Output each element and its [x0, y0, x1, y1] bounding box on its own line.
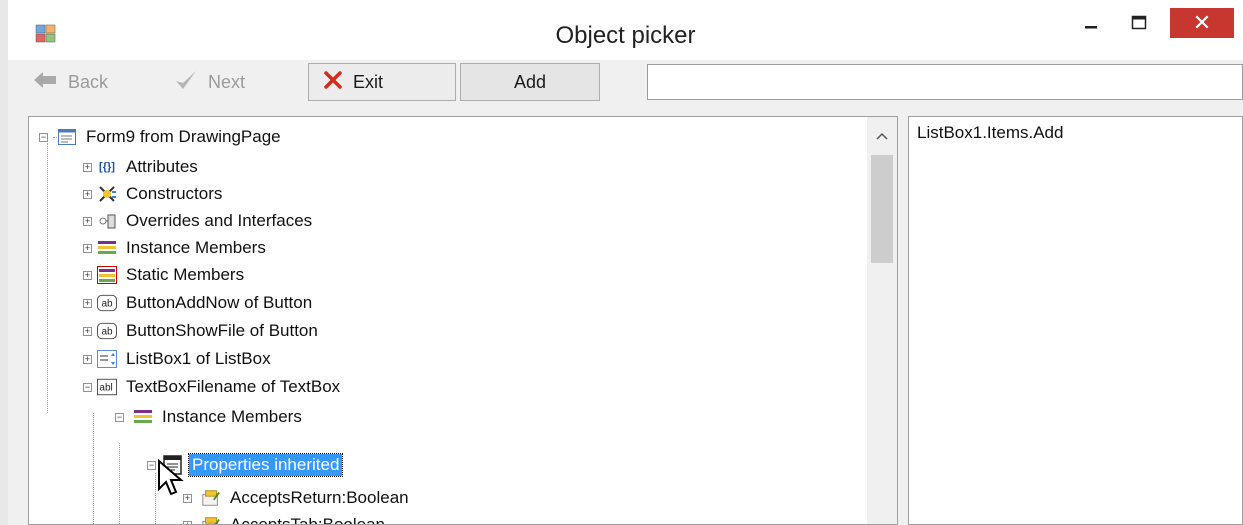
svg-text:ab: ab	[101, 299, 113, 310]
tree-node-buttonshowfile[interactable]: + ab ButtonShowFile of Button	[83, 318, 321, 344]
expand-toggle[interactable]: +	[83, 299, 92, 308]
add-label: Add	[513, 71, 547, 92]
tree-node-label: ButtonShowFile of Button	[126, 321, 318, 340]
expression-panel[interactable]: ListBox1.Items.Add	[908, 116, 1243, 525]
collapse-toggle[interactable]: −	[147, 461, 156, 470]
constructors-icon	[97, 185, 117, 203]
listbox-control-icon	[97, 350, 117, 368]
expand-toggle[interactable]: +	[183, 521, 192, 524]
attributes-icon: [{}]	[99, 161, 115, 173]
tree-node-label: Form9 from DrawingPage	[86, 127, 281, 146]
tree-node-acceptsreturn[interactable]: + AcceptsReturn:Boolean	[183, 485, 412, 511]
object-tree[interactable]: − Form9 from DrawingPage + [{}] Attribut…	[28, 116, 898, 525]
scroll-thumb[interactable]	[871, 155, 893, 263]
tree-line	[155, 473, 156, 524]
title-bar[interactable]: Object picker ✕	[8, 0, 1243, 60]
tree-node-label: ListBox1 of ListBox	[126, 349, 271, 368]
property-icon	[201, 516, 221, 524]
tree-node-label: AcceptsReturn:Boolean	[230, 488, 409, 507]
expression-text: ListBox1.Items.Add	[917, 123, 1064, 142]
tree-line	[93, 413, 94, 524]
expand-toggle[interactable]: +	[83, 244, 92, 253]
expand-toggle[interactable]: +	[83, 163, 92, 172]
close-icon: ✕	[1192, 10, 1212, 35]
window-title: Object picker	[555, 22, 696, 49]
textbox-control-icon: abl	[97, 378, 117, 396]
object-picker-window: Object picker ✕ Back Next Exit Add − For…	[0, 0, 1243, 525]
tree-node-root[interactable]: − Form9 from DrawingPage	[39, 124, 284, 150]
button-control-icon: ab	[97, 294, 117, 312]
collapse-toggle[interactable]: −	[115, 413, 124, 422]
tree-node-instance-members-textbox[interactable]: − Instance Members	[115, 404, 305, 430]
exit-label: Exit	[353, 71, 384, 92]
collapse-toggle[interactable]: −	[83, 383, 92, 392]
collapse-toggle[interactable]: −	[39, 133, 48, 142]
expand-toggle[interactable]: +	[83, 355, 92, 364]
tree-node-label: Instance Members	[126, 238, 266, 257]
tree-node-constructors[interactable]: + Constructors	[83, 181, 225, 207]
minimize-icon	[1085, 26, 1097, 29]
command-input[interactable]	[647, 64, 1243, 100]
next-label: Next	[208, 71, 246, 92]
tree-node-label: ButtonAddNow of Button	[126, 293, 313, 312]
instance-members-icon	[133, 408, 153, 426]
tree-node-label: Static Members	[126, 265, 245, 284]
maximize-button[interactable]	[1122, 8, 1156, 38]
back-label: Back	[68, 71, 109, 92]
expand-toggle[interactable]: +	[83, 327, 92, 336]
static-members-icon	[97, 266, 117, 284]
expand-toggle[interactable]: +	[83, 190, 92, 199]
tree-node-attributes[interactable]: + [{}] Attributes	[83, 154, 201, 180]
tree-line	[47, 143, 48, 413]
expand-toggle[interactable]: +	[83, 271, 92, 280]
svg-text:ab: ab	[101, 327, 113, 338]
instance-members-icon	[97, 239, 117, 257]
tree-node-static-members[interactable]: + Static Members	[83, 262, 247, 288]
maximize-icon	[1131, 15, 1147, 30]
tree-node-acceptstab[interactable]: + AcceptsTab:Boolean	[183, 512, 388, 525]
add-button[interactable]: Add	[460, 63, 600, 101]
toolbar: Back Next Exit Add	[8, 60, 1243, 110]
tree-node-label: Instance Members	[162, 407, 302, 426]
back-arrow-icon	[34, 71, 58, 94]
tree-node-label: TextBoxFilename of TextBox	[126, 377, 341, 396]
svg-text:abl: abl	[99, 383, 112, 394]
scroll-up-icon[interactable]	[867, 127, 897, 147]
property-icon	[201, 489, 221, 507]
mouse-cursor-icon	[158, 459, 184, 496]
back-button[interactable]: Back	[34, 63, 154, 101]
tree-node-label: AcceptsTab:Boolean	[230, 515, 385, 525]
interfaces-icon	[97, 212, 117, 230]
next-button[interactable]: Next	[174, 63, 284, 101]
background-window-edge	[0, 0, 8, 525]
tree-node-buttonaddnow[interactable]: + ab ButtonAddNow of Button	[83, 290, 315, 316]
checkmark-icon	[174, 69, 198, 96]
tree-node-listbox1[interactable]: + ListBox1 of ListBox	[83, 346, 274, 372]
close-button[interactable]: ✕	[1170, 8, 1234, 38]
tree-node-label: Properties inherited	[187, 453, 344, 477]
minimize-button[interactable]	[1074, 8, 1108, 38]
button-control-icon: ab	[97, 322, 117, 340]
tree-node-overrides[interactable]: + Overrides and Interfaces	[83, 208, 315, 234]
tree-node-label: Attributes	[126, 157, 198, 176]
expand-toggle[interactable]: +	[83, 217, 92, 226]
tree-node-label: Constructors	[126, 184, 223, 203]
exit-x-icon	[323, 70, 343, 95]
tree-node-textboxfilename[interactable]: − abl TextBoxFilename of TextBox	[83, 374, 343, 400]
tree-scrollbar[interactable]	[867, 117, 897, 524]
tree-node-instance-members[interactable]: + Instance Members	[83, 235, 269, 261]
tree-line	[119, 443, 120, 524]
tree-node-label: Overrides and Interfaces	[126, 211, 313, 230]
form-icon	[57, 128, 77, 146]
exit-button[interactable]: Exit	[308, 63, 456, 101]
